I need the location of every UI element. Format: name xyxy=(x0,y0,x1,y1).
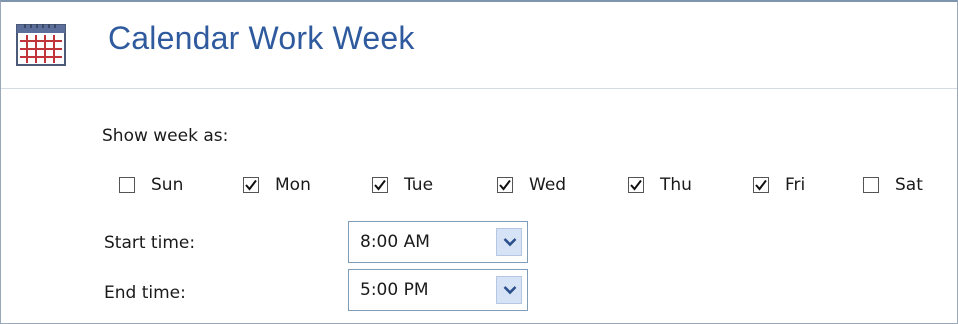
day-fri[interactable]: Fri xyxy=(753,175,805,195)
checkmark-icon xyxy=(245,179,257,191)
page-title: Calendar Work Week xyxy=(108,20,415,56)
end-time-dropdown-button[interactable] xyxy=(496,276,522,304)
thu-label: Thu xyxy=(660,175,692,195)
sun-checkbox[interactable] xyxy=(119,177,135,193)
thu-checkbox[interactable] xyxy=(628,177,644,193)
panel-header: Calendar Work Week xyxy=(1,2,957,89)
chevron-down-icon xyxy=(503,286,517,295)
sun-label: Sun xyxy=(151,175,184,195)
day-sat[interactable]: Sat xyxy=(863,175,923,195)
start-time-label: Start time: xyxy=(104,233,196,253)
fri-label: Fri xyxy=(785,175,806,195)
sat-checkbox[interactable] xyxy=(863,177,879,193)
sat-label: Sat xyxy=(895,175,923,195)
wed-checkbox[interactable] xyxy=(497,177,513,193)
calendar-work-week-panel: Calendar Work Week Show week as: Sun Mon… xyxy=(0,0,958,324)
day-tue[interactable]: Tue xyxy=(372,175,433,195)
mon-checkbox[interactable] xyxy=(243,177,259,193)
tue-checkbox[interactable] xyxy=(372,177,388,193)
day-sun[interactable]: Sun xyxy=(119,175,183,195)
end-time-value: 5:00 PM xyxy=(360,280,429,300)
day-mon[interactable]: Mon xyxy=(243,175,311,195)
chevron-down-icon xyxy=(503,238,517,247)
tue-label: Tue xyxy=(404,175,434,195)
mon-label: Mon xyxy=(275,175,311,195)
checkmark-icon xyxy=(630,179,642,191)
end-time-dropdown[interactable]: 5:00 PM xyxy=(348,269,528,311)
start-time-dropdown-button[interactable] xyxy=(496,228,522,256)
day-thu[interactable]: Thu xyxy=(628,175,692,195)
wed-label: Wed xyxy=(529,175,567,195)
fri-checkbox[interactable] xyxy=(753,177,769,193)
start-time-dropdown[interactable]: 8:00 AM xyxy=(348,221,528,263)
checkmark-icon xyxy=(755,179,767,191)
checkmark-icon xyxy=(374,179,386,191)
start-time-value: 8:00 AM xyxy=(360,232,430,252)
calendar-icon xyxy=(16,24,66,66)
checkmark-icon xyxy=(499,179,511,191)
end-time-label: End time: xyxy=(104,283,186,303)
show-week-label: Show week as: xyxy=(102,126,229,146)
day-wed[interactable]: Wed xyxy=(497,175,566,195)
